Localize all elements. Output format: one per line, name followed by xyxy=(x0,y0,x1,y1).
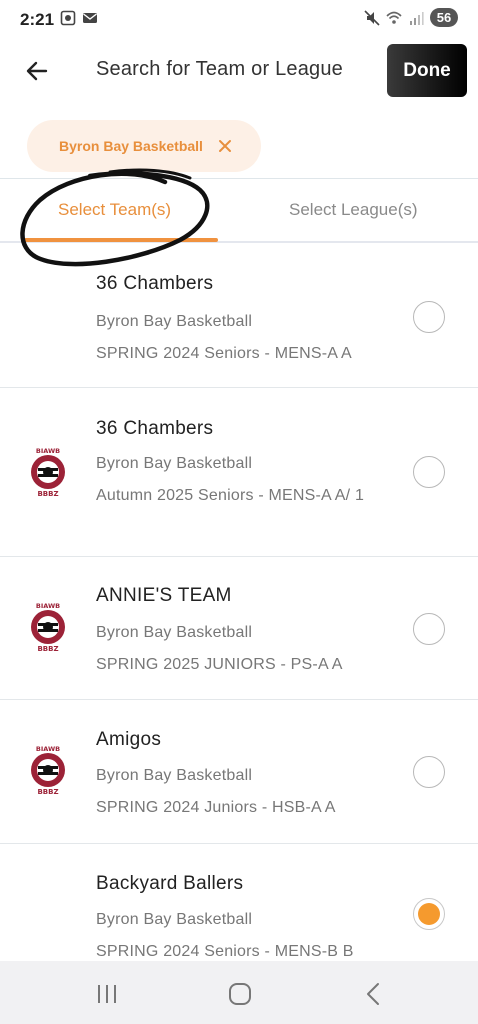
team-name: Amigos xyxy=(96,729,162,750)
done-button[interactable]: Done xyxy=(387,44,467,97)
battery-level: 56 xyxy=(430,8,458,27)
header: Search for Team or League Done xyxy=(0,40,478,100)
team-league: Byron Bay Basketball xyxy=(96,313,253,330)
signal-icon xyxy=(410,11,424,25)
back-nav-icon[interactable] xyxy=(360,981,388,1007)
mail-icon xyxy=(83,13,97,23)
team-name: 36 Chambers xyxy=(96,418,214,439)
recent-apps-icon[interactable] xyxy=(94,981,122,1007)
svg-text:BBBZ: BBBZ xyxy=(37,490,58,498)
mute-icon xyxy=(364,9,380,26)
svg-text:BBBZ: BBBZ xyxy=(37,645,58,653)
team-row[interactable]: Backyard Ballers Byron Bay Basketball SP… xyxy=(0,844,478,974)
tab-select-teams[interactable]: Select Team(s) xyxy=(58,200,171,220)
team-name: Backyard Ballers xyxy=(96,873,244,894)
tabs-divider-top xyxy=(0,178,478,179)
team-select-radio-selected[interactable] xyxy=(413,898,445,930)
back-button[interactable] xyxy=(20,54,54,88)
team-name: 36 Chambers xyxy=(96,273,214,294)
team-select-radio[interactable] xyxy=(413,301,445,333)
team-division: SPRING 2024 Seniors - MENS-A A xyxy=(96,345,352,362)
bbbz-bee-logo: BIAWB BBBZ xyxy=(31,447,65,498)
team-league: Byron Bay Basketball xyxy=(96,911,253,928)
team-select-radio[interactable] xyxy=(413,456,445,488)
system-nav-bar xyxy=(0,961,478,1024)
team-row[interactable]: BIAWB BBBZ Amigos Byron Bay Basketball S… xyxy=(0,700,478,844)
bbbz-bee-logo: BIAWB BBBZ xyxy=(31,602,65,653)
team-division: SPRING 2024 Juniors - HSB-A A xyxy=(96,799,336,816)
team-league: Byron Bay Basketball xyxy=(96,455,253,472)
status-bar: 2:21 56 xyxy=(0,0,478,40)
svg-text:BIAWB: BIAWB xyxy=(36,447,60,455)
team-select-radio[interactable] xyxy=(413,756,445,788)
tab-select-leagues[interactable]: Select League(s) xyxy=(289,200,418,220)
chip-label: Byron Bay Basketball xyxy=(59,138,203,154)
arrow-left-icon xyxy=(26,61,48,81)
team-name: ANNIE'S TEAM xyxy=(96,585,232,606)
team-league: Byron Bay Basketball xyxy=(96,767,253,784)
home-icon[interactable] xyxy=(226,981,254,1007)
team-row[interactable]: 36 Chambers Byron Bay Basketball SPRING … xyxy=(0,243,478,388)
filter-chip[interactable]: Byron Bay Basketball xyxy=(27,120,261,172)
bbbz-bee-logo: BIAWB BBBZ xyxy=(31,745,65,796)
svg-text:BBBZ: BBBZ xyxy=(37,788,58,796)
svg-text:BIAWB: BIAWB xyxy=(36,602,60,610)
close-icon xyxy=(218,140,231,152)
search-title[interactable]: Search for Team or League xyxy=(96,58,343,81)
team-select-radio[interactable] xyxy=(413,613,445,645)
team-division: Autumn 2025 Seniors - MENS-A A/ 1 xyxy=(96,487,365,504)
screenshot-icon xyxy=(60,10,76,26)
status-time: 2:21 xyxy=(20,10,55,29)
team-row[interactable]: BIAWB BBBZ 36 Chambers Byron Bay Basketb… xyxy=(0,388,478,557)
svg-text:BIAWB: BIAWB xyxy=(36,745,60,753)
team-row[interactable]: BIAWB BBBZ ANNIE'S TEAM Byron Bay Basket… xyxy=(0,557,478,700)
active-tab-indicator xyxy=(24,238,218,242)
team-league: Byron Bay Basketball xyxy=(96,624,253,641)
chip-remove-button[interactable] xyxy=(217,138,233,154)
wifi-icon xyxy=(386,11,402,24)
team-division: SPRING 2025 JUNIORS - PS-A A xyxy=(96,656,343,673)
